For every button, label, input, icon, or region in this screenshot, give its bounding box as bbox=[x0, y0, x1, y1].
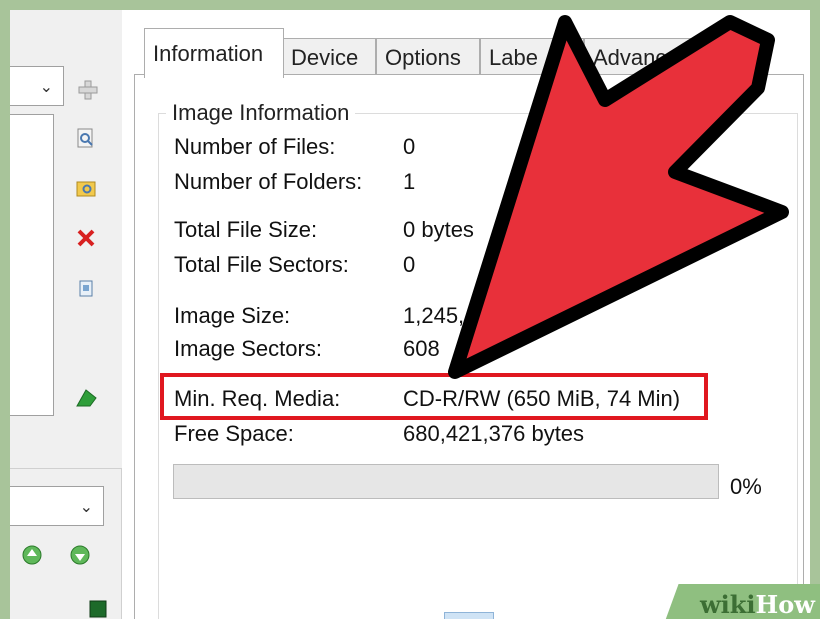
image-sectors-label: Image Sectors: bbox=[174, 336, 322, 361]
file-sectors-value: 0 bbox=[403, 252, 416, 277]
folders-value: 1 bbox=[403, 169, 416, 194]
chevron-down-icon: ⌄ bbox=[79, 497, 93, 516]
group-title: Image Information bbox=[166, 100, 356, 126]
frame-border-top bbox=[0, 0, 820, 10]
build-icon[interactable] bbox=[74, 386, 98, 410]
watermark-part2: How bbox=[755, 590, 815, 619]
tab-advanced[interactable]: Advanced bbox=[584, 38, 764, 76]
source-combo[interactable]: ⌄ bbox=[10, 66, 64, 106]
chevron-down-icon: ⌄ bbox=[39, 77, 53, 96]
image-size-label: Image Size: bbox=[174, 303, 291, 328]
file-list[interactable] bbox=[10, 114, 54, 416]
highlight-box bbox=[160, 373, 708, 420]
tab-label: Options bbox=[385, 44, 461, 70]
frame-border-left bbox=[0, 0, 10, 619]
delete-icon[interactable] bbox=[74, 226, 98, 250]
destination-combo[interactable]: ⌄ bbox=[10, 486, 104, 526]
files-label: Number of Files: bbox=[174, 134, 336, 159]
bottom-button[interactable] bbox=[444, 612, 494, 619]
file-size-value: 0 bytes bbox=[403, 217, 474, 242]
recycle-icon[interactable] bbox=[74, 276, 98, 300]
folder-browse-icon[interactable] bbox=[74, 176, 98, 200]
file-size-label: Total File Size: bbox=[174, 217, 318, 242]
frame-border-right bbox=[810, 0, 820, 619]
file-sectors-label: Total File Sectors: bbox=[174, 252, 349, 277]
status-icon bbox=[86, 597, 110, 619]
free-space-label: Free Space: bbox=[174, 421, 294, 446]
browse-icon[interactable] bbox=[74, 126, 98, 150]
move-down-icon[interactable] bbox=[68, 543, 92, 567]
tab-strip: Information Device Options Labe Advanced bbox=[134, 26, 810, 78]
watermark-part1: wiki bbox=[700, 590, 756, 619]
tab-information[interactable]: Information bbox=[144, 28, 284, 78]
tab-options[interactable]: Options bbox=[376, 38, 480, 76]
tab-label: Labe bbox=[489, 44, 538, 70]
image-sectors-value: 608 bbox=[403, 336, 440, 361]
screenshot-frame: ⌄ ⌄ Information Device Options Labe Adva… bbox=[0, 0, 820, 619]
folders-label: Number of Folders: bbox=[174, 169, 363, 194]
tab-label: Device bbox=[291, 44, 359, 70]
tab-labels[interactable]: Labe bbox=[480, 38, 584, 76]
tab-device[interactable]: Device bbox=[282, 38, 376, 76]
progress-bar bbox=[173, 464, 719, 499]
watermark-logo: wikiHow bbox=[700, 590, 815, 619]
add-icon[interactable] bbox=[76, 78, 100, 102]
tab-label: Advanced bbox=[593, 44, 691, 70]
files-value: 0 bbox=[403, 134, 416, 159]
image-size-value: 1,245, bbox=[403, 303, 465, 328]
move-up-icon[interactable] bbox=[20, 543, 44, 567]
progress-percent: 0% bbox=[730, 474, 762, 499]
free-space-value: 680,421,376 bytes bbox=[403, 421, 585, 446]
tab-label: Information bbox=[153, 40, 264, 66]
